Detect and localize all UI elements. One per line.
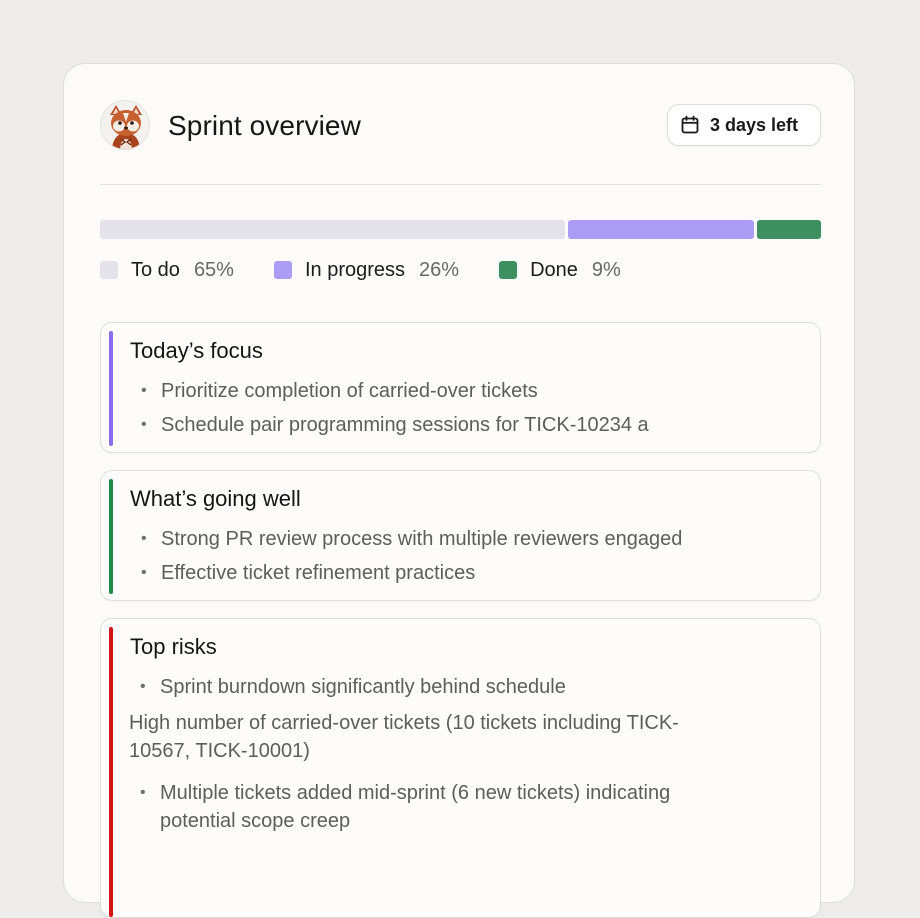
section-title-risks: Top risks [130,634,217,659]
days-left-label: 3 days left [710,115,799,135]
legend-percent-done: 9% [591,258,621,281]
list-item: • Schedule pair programming sessions for… [130,411,800,439]
section-accent-risks [109,627,113,917]
progress-segment-todo [100,220,565,239]
section-accent-focus [109,331,113,446]
calendar-icon [681,115,699,134]
bullet-dot-icon: • [141,416,147,433]
focus-item-2: Schedule pair programming sessions for T… [161,414,649,436]
legend-label-todo: To do [131,258,180,281]
section-body-risks: • Sprint burndown significantly behind s… [129,673,800,841]
risk-item-1: Sprint burndown significantly behind sch… [160,676,566,698]
bullet-dot-icon: • [140,678,146,695]
section-top-risks: Top risks • Sprint burndown significantl… [100,618,821,918]
days-left-badge[interactable]: 3 days left [667,104,821,146]
sprint-overview-card: Sprint overview 3 days left To do 65% In… [63,63,855,918]
section-todays-focus: Today’s focus • Prioritize completion of… [100,322,821,453]
legend-swatch-done [499,261,518,279]
section-title-well: What’s going well [130,486,301,511]
legend-item-todo: To do 65% [100,259,234,282]
progress-segment-in-progress [568,220,754,239]
bullet-dot-icon: • [140,784,146,801]
section-body-focus: • Prioritize completion of carried-over … [130,377,800,445]
legend-percent-in-progress: 26% [419,258,460,281]
bullet-dot-icon: • [141,564,147,581]
sprint-progress-bar [100,220,821,239]
legend-item-in-progress: In progress 26% [273,258,460,282]
section-accent-well [109,479,113,594]
section-title-focus: Today’s focus [130,338,263,363]
legend-item-done: Done 9% [499,259,621,282]
list-item: • Effective ticket refinement practices [130,559,800,587]
legend-percent-todo: 65% [193,258,234,281]
bullet-dot-icon: • [141,530,147,547]
list-item: • Sprint burndown significantly behind s… [129,673,800,701]
bullet-dot-icon: • [141,382,147,399]
list-item: • Strong PR review process with multiple… [130,525,800,553]
section-body-well: • Strong PR review process with multiple… [130,525,800,593]
card-header: Sprint overview 3 days left [100,100,821,154]
progress-segment-done [757,220,821,239]
well-item-1: Strong PR review process with multiple r… [161,528,683,550]
legend-swatch-todo [100,261,118,279]
section-going-well: What’s going well • Strong PR review pro… [100,470,821,601]
focus-item-1: Prioritize completion of carried-over ti… [161,380,538,402]
legend-label-done: Done [530,258,578,281]
risk-item-2: Multiple tickets added mid-sprint (6 new… [160,782,671,832]
progress-legend: To do 65% In progress 26% Done 9% [100,257,661,283]
legend-swatch-in-progress [273,261,292,279]
well-item-2: Effective ticket refinement practices [161,562,476,584]
list-item: • Prioritize completion of carried-over … [130,377,800,405]
list-item: • Multiple tickets added mid-sprint (6 n… [129,779,800,835]
red-panda-avatar-icon [100,100,150,150]
legend-label-in-progress: In progress [304,258,406,281]
risk-paragraph: High number of carried-over tickets (10 … [129,712,679,762]
page-title: Sprint overview [168,110,361,141]
header-divider [100,184,821,185]
